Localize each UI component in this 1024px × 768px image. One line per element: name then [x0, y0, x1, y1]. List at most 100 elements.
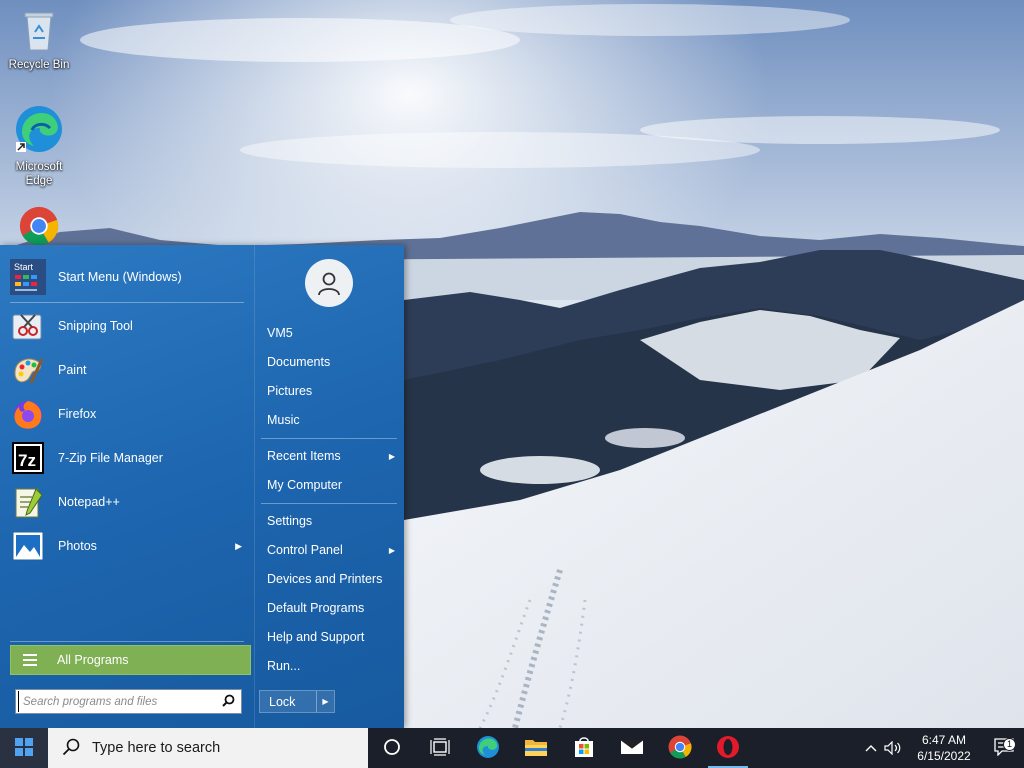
taskbar: Type here to search 6:47 AM 6/15/2022 1	[0, 728, 1024, 768]
system-tray: 6:47 AM 6/15/2022 1	[860, 728, 1024, 768]
all-programs-label: All Programs	[57, 653, 129, 667]
right-item-recent-items[interactable]: Recent Items ▶	[267, 445, 397, 467]
taskbar-file-explorer[interactable]	[512, 728, 560, 768]
start-menu-left-pane: Start Start Menu (Windows) Snipping Tool…	[0, 245, 254, 728]
right-item-label: My Computer	[267, 478, 343, 492]
snipping-tool-icon	[10, 308, 46, 344]
right-item-label: Devices and Printers	[267, 572, 383, 586]
pinned-item-snipping-tool[interactable]: Snipping Tool	[10, 306, 246, 346]
taskbar-store[interactable]	[560, 728, 608, 768]
right-item-label: Settings	[267, 514, 313, 528]
desktop-icon-recycle-bin[interactable]: Recycle Bin	[1, 8, 77, 72]
taskbar-edge[interactable]	[464, 728, 512, 768]
7zip-icon: 7z	[10, 440, 46, 476]
clock[interactable]: 6:47 AM 6/15/2022	[904, 732, 984, 764]
right-item-control-panel[interactable]: Control Panel ▶	[267, 539, 397, 561]
right-item-settings[interactable]: Settings	[267, 510, 397, 532]
pinned-item-label: Paint	[58, 363, 87, 377]
clock-date: 6/15/2022	[917, 749, 971, 763]
task-view-icon	[430, 737, 450, 759]
start-menu-app-icon: Start	[10, 259, 46, 295]
submenu-arrow-icon: ▶	[235, 540, 242, 551]
chevron-up-icon[interactable]	[860, 744, 882, 752]
right-item-my-computer[interactable]: My Computer	[267, 474, 397, 496]
pinned-item-label: Notepad++	[58, 495, 120, 509]
desktop-icon-label: Recycle Bin	[8, 59, 70, 71]
start-search-box[interactable]	[15, 689, 242, 714]
right-item-default-programs[interactable]: Default Programs	[267, 597, 397, 619]
right-item-help-support[interactable]: Help and Support	[267, 626, 397, 648]
pinned-item-7zip[interactable]: 7z 7-Zip File Manager	[10, 438, 246, 478]
right-item-label: Run...	[267, 659, 301, 673]
opera-icon	[716, 735, 740, 762]
paint-icon	[10, 352, 46, 388]
right-item-label: Documents	[267, 355, 331, 369]
right-item-documents[interactable]: Documents	[267, 351, 397, 373]
separator	[261, 438, 397, 439]
right-item-label: Pictures	[267, 384, 313, 398]
right-item-pictures[interactable]: Pictures	[267, 380, 397, 402]
taskbar-chrome[interactable]	[656, 728, 704, 768]
lock-button[interactable]: Lock ▶	[259, 690, 335, 713]
pinned-item-label: Snipping Tool	[58, 319, 133, 333]
taskbar-cortana[interactable]	[368, 728, 416, 768]
microsoft-store-icon	[573, 736, 595, 761]
separator	[10, 302, 244, 303]
edge-icon	[1, 104, 77, 158]
taskbar-search-placeholder: Type here to search	[92, 740, 221, 756]
taskbar-task-view[interactable]	[416, 728, 464, 768]
lock-label: Lock	[269, 694, 296, 709]
pinned-item-firefox[interactable]: Firefox	[10, 394, 246, 434]
pinned-item-label: 7-Zip File Manager	[58, 451, 163, 465]
chrome-icon	[668, 735, 692, 762]
right-item-label: Control Panel	[267, 543, 343, 557]
taskbar-search-box[interactable]: Type here to search	[48, 728, 368, 768]
clock-time: 6:47 AM	[921, 733, 967, 747]
mail-icon	[620, 738, 644, 759]
notepadpp-icon	[10, 484, 46, 520]
right-item-label: Music	[267, 413, 300, 427]
right-item-run[interactable]: Run...	[267, 655, 397, 677]
list-icon	[23, 654, 37, 666]
start-menu-right-pane: VM5 Documents Pictures Music Recent Item…	[254, 245, 404, 728]
submenu-arrow-icon: ▶	[388, 451, 395, 461]
pinned-item-start-menu[interactable]: Start Start Menu (Windows)	[10, 257, 246, 297]
pinned-item-photos[interactable]: Photos ▶	[10, 526, 246, 566]
right-item-vm5[interactable]: VM5	[267, 322, 397, 344]
pinned-item-label: Firefox	[58, 407, 97, 421]
start-app-icon-text: Start	[14, 262, 34, 272]
taskbar-opera[interactable]	[704, 728, 752, 768]
firefox-icon	[10, 396, 46, 432]
volume-icon[interactable]	[882, 741, 904, 755]
user-avatar-icon[interactable]	[305, 259, 353, 307]
submenu-arrow-icon: ▶	[388, 545, 395, 555]
all-programs-button[interactable]: All Programs	[10, 645, 251, 675]
start-search-input[interactable]	[18, 691, 213, 712]
right-item-music[interactable]: Music	[267, 409, 397, 431]
pinned-item-label: Photos	[58, 539, 97, 553]
pinned-item-notepadpp[interactable]: Notepad++	[10, 482, 246, 522]
file-explorer-icon	[524, 737, 548, 760]
cortana-icon	[383, 738, 401, 759]
separator	[10, 641, 244, 642]
desktop-icon-edge[interactable]: Microsoft Edge	[1, 104, 77, 188]
search-icon	[62, 738, 80, 759]
right-item-devices-printers[interactable]: Devices and Printers	[267, 568, 397, 590]
edge-icon	[476, 735, 500, 762]
notification-count-badge: 1	[1003, 737, 1016, 751]
separator	[261, 503, 397, 504]
photos-icon	[10, 528, 46, 564]
action-center-button[interactable]: 1	[984, 737, 1024, 759]
pinned-item-label: Start Menu (Windows)	[58, 270, 182, 284]
pinned-item-paint[interactable]: Paint	[10, 350, 246, 390]
lock-options-arrow-icon[interactable]: ▶	[316, 691, 334, 712]
start-button[interactable]	[0, 728, 48, 768]
start-menu: Start Start Menu (Windows) Snipping Tool…	[0, 245, 404, 728]
search-icon[interactable]	[222, 694, 235, 710]
right-item-label: Default Programs	[267, 601, 365, 615]
taskbar-mail[interactable]	[608, 728, 656, 768]
recycle-bin-icon	[1, 8, 77, 56]
7zip-icon-text: 7z	[18, 451, 36, 470]
desktop-icon-label: Microsoft Edge	[15, 161, 63, 187]
windows-logo-icon	[15, 737, 33, 759]
